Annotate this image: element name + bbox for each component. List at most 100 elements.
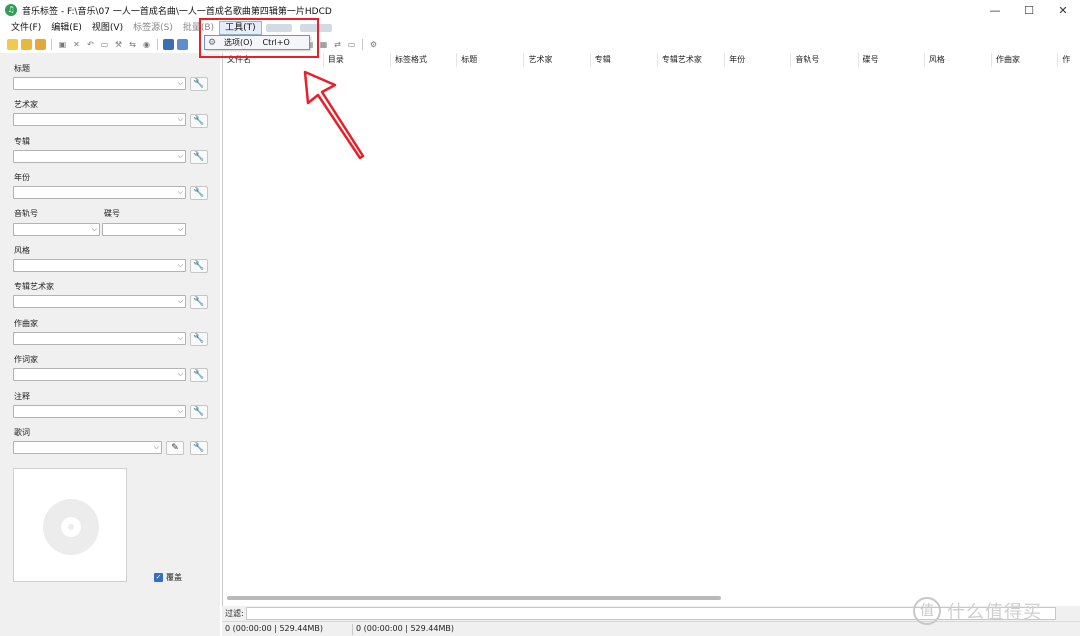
toolbar-separator: [362, 39, 363, 50]
year-combo[interactable]: ⌵: [13, 186, 186, 199]
lyricist-label: 作词家: [14, 355, 38, 364]
lyricist-wrench-button[interactable]: 🔧: [190, 368, 208, 382]
col-tag-format[interactable]: 标签格式: [391, 53, 458, 67]
col-directory[interactable]: 目录: [324, 53, 392, 67]
toolbar-separator: [157, 39, 158, 50]
album-cover[interactable]: [13, 468, 127, 582]
chevron-down-icon: ⌵: [177, 115, 183, 123]
annotation-highlight-box: [199, 18, 319, 58]
disc-combo[interactable]: ⌵: [102, 223, 186, 236]
comment-combo[interactable]: ⌵: [13, 405, 186, 418]
album-artist-label: 专辑艺术家: [14, 282, 54, 291]
composer-combo[interactable]: ⌵: [13, 332, 186, 345]
close-button[interactable]: ✕: [1046, 0, 1080, 20]
delete-icon[interactable]: ✕: [71, 39, 82, 50]
album-wrench-button[interactable]: 🔧: [190, 150, 208, 164]
menu-file[interactable]: 文件(F): [6, 20, 46, 36]
menu-edit[interactable]: 编辑(E): [46, 20, 87, 36]
chevron-down-icon: ⌵: [177, 152, 183, 160]
tag-icon[interactable]: ⇆: [127, 39, 138, 50]
detail-view-icon[interactable]: [177, 39, 188, 50]
overwrite-option[interactable]: ✓ 覆盖: [154, 572, 182, 583]
artist-combo[interactable]: ⌵: [13, 113, 186, 126]
genre-wrench-button[interactable]: 🔧: [190, 259, 208, 273]
composer-wrench-button[interactable]: 🔧: [190, 332, 208, 346]
maximize-button[interactable]: ☐: [1012, 0, 1046, 20]
music-note-icon: ♫: [5, 4, 17, 16]
col-artist[interactable]: 艺术家: [524, 53, 591, 67]
chevron-down-icon: ⌵: [177, 407, 183, 415]
col-genre[interactable]: 风格: [925, 53, 993, 67]
col-album[interactable]: 专辑: [591, 53, 658, 67]
artist-wrench-button[interactable]: 🔧: [190, 114, 208, 128]
horizontal-scrollbar[interactable]: [227, 596, 721, 600]
chevron-down-icon: ⌵: [153, 443, 159, 451]
file-list[interactable]: 文件名 目录 标签格式 标题 艺术家 专辑 专辑艺术家 年份 音轨号 碟号 风格…: [222, 53, 1080, 606]
convert-icon[interactable]: ⇄: [332, 39, 343, 50]
status-total: 0 (00:00:00 | 529.44MB): [356, 624, 454, 633]
col-lyricist[interactable]: 作: [1058, 53, 1080, 67]
year-wrench-button[interactable]: 🔧: [190, 186, 208, 200]
lyricist-combo[interactable]: ⌵: [13, 368, 186, 381]
genre-combo[interactable]: ⌵: [13, 259, 186, 272]
watermark-logo: 值 什么值得买: [913, 597, 1042, 625]
album-artist-combo[interactable]: ⌵: [13, 295, 186, 308]
cd-placeholder-icon: [43, 499, 99, 555]
export-icon[interactable]: ▭: [346, 39, 357, 50]
chevron-down-icon: ⌵: [177, 297, 183, 305]
add-folder-icon[interactable]: [21, 39, 32, 50]
column-headers: 文件名 目录 标签格式 标题 艺术家 专辑 专辑艺术家 年份 音轨号 碟号 风格…: [223, 53, 1080, 67]
settings-icon[interactable]: ⚙: [368, 39, 379, 50]
title-combo[interactable]: ⌵: [13, 77, 186, 90]
album-combo[interactable]: ⌵: [13, 150, 186, 163]
minimize-button[interactable]: —: [978, 0, 1012, 20]
wrench-icon[interactable]: ⚒: [113, 39, 124, 50]
copy-icon[interactable]: ▭: [99, 39, 110, 50]
track-label: 音轨号: [14, 209, 38, 218]
artist-label: 艺术家: [14, 100, 38, 109]
menu-tag-source[interactable]: 标签源(S): [128, 20, 178, 36]
album-artist-wrench-button[interactable]: 🔧: [190, 295, 208, 309]
col-album-artist[interactable]: 专辑艺术家: [658, 53, 726, 67]
lyrics-edit-button[interactable]: ✎: [166, 441, 184, 455]
watermark-text: 什么值得买: [947, 602, 1042, 623]
chevron-down-icon: ⌵: [177, 225, 183, 233]
window-title: 音乐标签 - F:\音乐\07 一人一首成名曲\一人一首成名歌曲第四辑第一片HD…: [22, 6, 332, 17]
comment-wrench-button[interactable]: 🔧: [190, 405, 208, 419]
lyrics-combo[interactable]: ⌵: [13, 441, 162, 454]
save-icon[interactable]: ▣: [57, 39, 68, 50]
chevron-down-icon: ⌵: [91, 225, 97, 233]
undo-icon[interactable]: ↶: [85, 39, 96, 50]
genre-label: 风格: [14, 246, 30, 255]
open-folder-icon[interactable]: [7, 39, 18, 50]
lyrics-label: 歌词: [14, 428, 30, 437]
window-controls: — ☐ ✕: [978, 0, 1080, 20]
track-combo[interactable]: ⌵: [13, 223, 100, 236]
col-track[interactable]: 音轨号: [791, 53, 859, 67]
status-selected: 0 (00:00:00 | 529.44MB): [225, 624, 323, 633]
composer-label: 作曲家: [14, 319, 38, 328]
lyrics-wrench-button[interactable]: 🔧: [190, 441, 208, 455]
filter-label: 过滤:: [225, 609, 244, 618]
album-label: 专辑: [14, 137, 30, 146]
col-composer[interactable]: 作曲家: [992, 53, 1059, 67]
watermark-symbol: 值: [913, 597, 941, 625]
overwrite-checkbox[interactable]: ✓: [154, 573, 163, 582]
status-separator: [352, 624, 353, 635]
list-view-icon[interactable]: [163, 39, 174, 50]
chevron-down-icon: ⌵: [177, 370, 183, 378]
col-year[interactable]: 年份: [725, 53, 792, 67]
menu-view[interactable]: 视图(V): [87, 20, 128, 36]
refresh-icon[interactable]: ◉: [141, 39, 152, 50]
chevron-down-icon: ⌵: [177, 261, 183, 269]
year-label: 年份: [14, 173, 30, 182]
chevron-down-icon: ⌵: [177, 188, 183, 196]
title-bar: ♫ 音乐标签 - F:\音乐\07 一人一首成名曲\一人一首成名歌曲第四辑第一片…: [0, 0, 1080, 20]
col-title[interactable]: 标题: [457, 53, 525, 67]
toolbar: ▣ ✕ ↶ ▭ ⚒ ⇆ ◉ ▤ ▦ ⇄ ▭ ⚙: [0, 37, 1080, 52]
add-files-icon[interactable]: [35, 39, 46, 50]
toolbar-separator: [51, 39, 52, 50]
title-wrench-button[interactable]: 🔧: [190, 77, 208, 91]
col-disc[interactable]: 碟号: [859, 53, 925, 67]
split-icon[interactable]: ▦: [318, 39, 329, 50]
